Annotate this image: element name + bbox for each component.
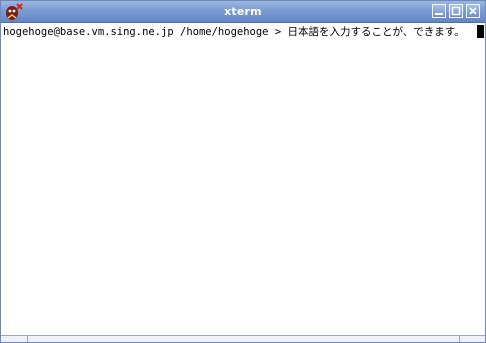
maximize-icon (451, 6, 461, 16)
resize-grip-left[interactable] (27, 336, 28, 342)
terminal-area[interactable]: hogehoge@base.vm.sing.ne.jp /home/hogeho… (1, 23, 485, 335)
shell-prompt: hogehoge@base.vm.sing.ne.jp /home/hogeho… (3, 26, 288, 38)
text-cursor (477, 25, 484, 38)
maximize-button[interactable] (449, 4, 463, 18)
close-icon (469, 7, 477, 15)
title-bar[interactable]: xterm (1, 1, 485, 23)
minimize-icon (435, 13, 443, 15)
minimize-button[interactable] (432, 4, 446, 18)
window-title: xterm (224, 5, 262, 18)
terminal-line: hogehoge@base.vm.sing.ne.jp /home/hogeho… (3, 25, 465, 39)
typed-input: 日本語を入力することが、できます。 (287, 26, 465, 38)
window-bottom-border[interactable] (1, 335, 485, 342)
resize-grip-right[interactable] (459, 336, 460, 342)
xterm-window: xterm hogehoge@base.vm.sing.ne.jp /home/… (0, 0, 486, 343)
close-button[interactable] (466, 4, 480, 18)
